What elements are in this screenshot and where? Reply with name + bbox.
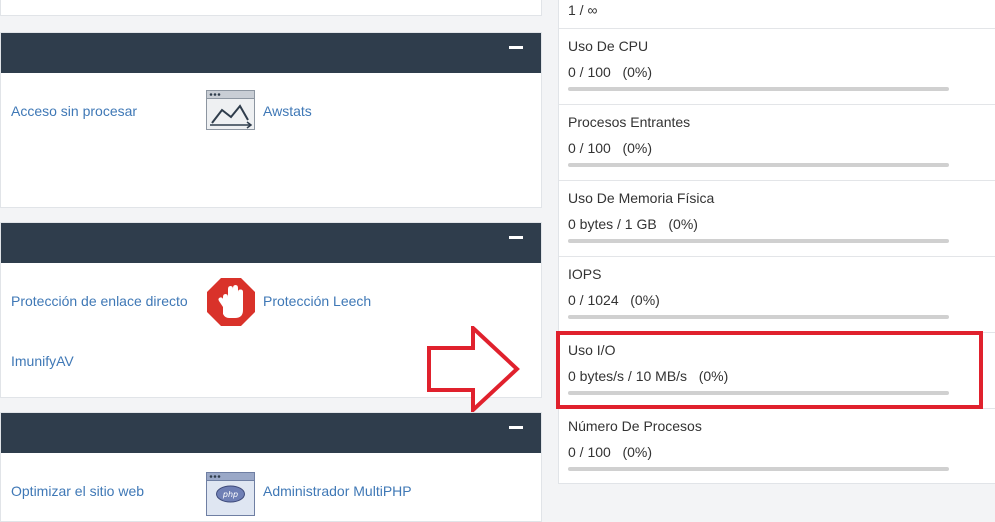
awstats-chart-icon[interactable] <box>206 90 255 135</box>
usage-bar <box>568 315 949 319</box>
stop-hand-icon[interactable] <box>206 277 256 332</box>
imunifyav-link[interactable]: ImunifyAV <box>11 353 74 369</box>
stat-value: 0 bytes/s / 10 MB/s (0%) <box>568 368 729 384</box>
stats-panel: 1 / ∞ Uso De CPU 0 / 100 (0%) Procesos E… <box>558 0 995 484</box>
php-window-icon[interactable]: php <box>206 472 255 521</box>
stat-value: 0 / 100 (0%) <box>568 64 653 80</box>
software-panel: Optimizar el sitio web php Administrador… <box>0 412 542 522</box>
usage-bar <box>568 87 949 91</box>
collapse-icon[interactable] <box>509 42 523 54</box>
security-panel-header[interactable] <box>1 223 541 263</box>
stat-row: Número De Procesos 0 / 100 (0%) <box>559 408 995 485</box>
pointer-arrow-icon <box>425 323 521 417</box>
stat-row: Uso De Memoria Física 0 bytes / 1 GB (0%… <box>559 180 995 257</box>
optimize-website-link[interactable]: Optimizar el sitio web <box>11 483 144 499</box>
stat-row-io-usage: Uso I/O 0 bytes/s / 10 MB/s (0%) <box>559 332 995 409</box>
svg-text:php: php <box>222 490 238 499</box>
stat-label: Uso I/O <box>568 342 616 358</box>
usage-bar <box>568 467 949 471</box>
collapse-icon[interactable] <box>509 232 523 244</box>
previous-panel-bottom <box>0 0 542 16</box>
stat-label: Uso De Memoria Física <box>568 190 715 206</box>
stat-top-value: 1 / ∞ <box>568 2 598 18</box>
collapse-icon[interactable] <box>509 422 523 434</box>
stat-label: Número De Procesos <box>568 418 702 434</box>
stat-label: Uso De CPU <box>568 38 649 54</box>
stat-row: IOPS 0 / 1024 (0%) <box>559 256 995 333</box>
awstats-link[interactable]: Awstats <box>263 103 312 119</box>
stat-row: Uso De CPU 0 / 100 (0%) <box>559 28 995 105</box>
stat-label: Procesos Entrantes <box>568 114 691 130</box>
leech-protection-link[interactable]: Protección Leech <box>263 293 371 309</box>
usage-bar <box>568 163 949 167</box>
multiphp-manager-link[interactable]: Administrador MultiPHP <box>263 483 412 499</box>
stat-label: IOPS <box>568 266 602 282</box>
stat-value: 0 / 100 (0%) <box>568 140 653 156</box>
raw-access-link[interactable]: Acceso sin procesar <box>11 103 137 119</box>
stat-value: 0 / 1024 (0%) <box>568 292 660 308</box>
hotlink-protection-link[interactable]: Protección de enlace directo <box>11 293 188 309</box>
metrics-panel: Acceso sin procesar Awstats <box>0 32 542 208</box>
stat-row: Procesos Entrantes 0 / 100 (0%) <box>559 104 995 181</box>
stat-value: 0 / 100 (0%) <box>568 444 653 460</box>
stat-value: 0 bytes / 1 GB (0%) <box>568 216 698 232</box>
usage-bar <box>568 239 949 243</box>
metrics-panel-header[interactable] <box>1 33 541 73</box>
usage-bar <box>568 391 949 395</box>
software-panel-header[interactable] <box>1 413 541 453</box>
